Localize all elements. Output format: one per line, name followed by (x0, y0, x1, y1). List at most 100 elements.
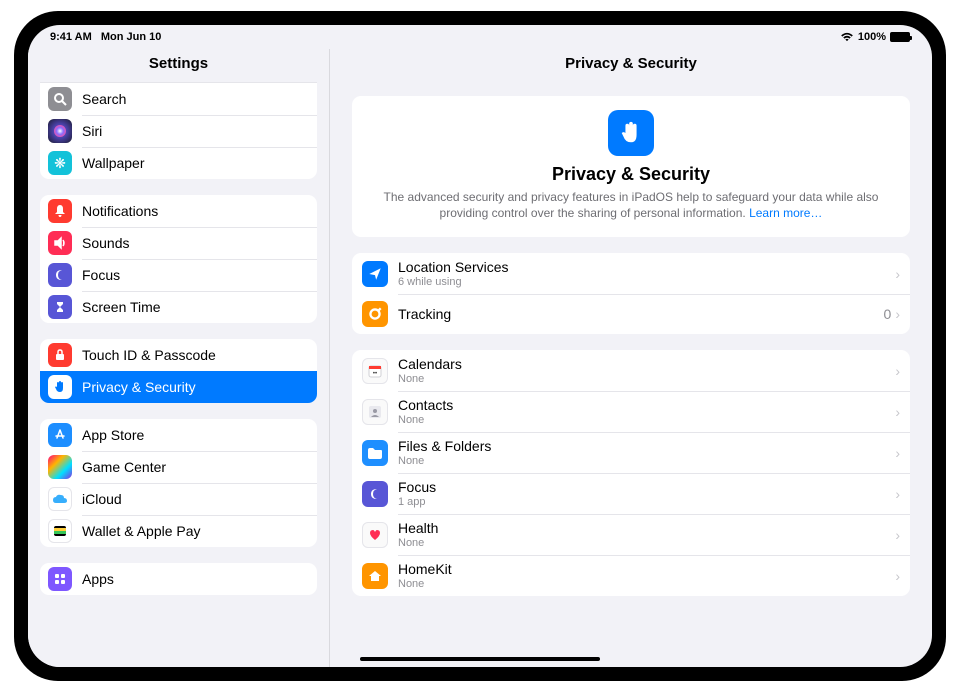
sidebar-item-search[interactable]: Search (40, 83, 317, 115)
wallpaper-icon: ❋ (48, 151, 72, 175)
sidebar-item-label: Siri (82, 123, 102, 139)
search-icon (48, 87, 72, 111)
chevron-right-icon: › (895, 363, 900, 379)
home-icon (362, 563, 388, 589)
sidebar-item-label: Screen Time (82, 299, 161, 315)
sidebar-item-screentime[interactable]: Screen Time (40, 291, 317, 323)
hand-icon (48, 375, 72, 399)
chevron-right-icon: › (895, 445, 900, 461)
calendar-icon: •• (362, 358, 388, 384)
sidebar-item-label: Search (82, 91, 126, 107)
row-contacts[interactable]: Contacts None › (352, 391, 910, 432)
sidebar-item-siri[interactable]: Siri (40, 115, 317, 147)
sidebar-item-label: Notifications (82, 203, 158, 219)
status-bar: 9:41 AM Mon Jun 10 100% (28, 25, 932, 49)
row-homekit[interactable]: HomeKit None › (352, 555, 910, 596)
chevron-right-icon: › (895, 404, 900, 420)
sidebar-item-wallpaper[interactable]: ❋ Wallpaper (40, 147, 317, 179)
siri-icon (48, 119, 72, 143)
row-label: Health (398, 520, 895, 536)
apps-icon (48, 567, 72, 591)
chevron-right-icon: › (895, 568, 900, 584)
learn-more-link[interactable]: Learn more… (749, 206, 822, 220)
chevron-right-icon: › (895, 527, 900, 543)
sidebar-item-label: Wallpaper (82, 155, 145, 171)
battery-icon (890, 32, 910, 42)
folder-icon (362, 440, 388, 466)
sidebar-item-label: App Store (82, 427, 144, 443)
row-label: Calendars (398, 356, 895, 372)
sidebar-item-label: Touch ID & Passcode (82, 347, 216, 363)
row-label: Location Services (398, 259, 895, 275)
heart-icon (362, 522, 388, 548)
sidebar-item-focus[interactable]: Focus (40, 259, 317, 291)
row-files[interactable]: Files & Folders None › (352, 432, 910, 473)
privacy-hand-icon (608, 110, 654, 156)
sidebar-item-label: iCloud (82, 491, 122, 507)
sidebar-item-apps[interactable]: Apps (40, 563, 317, 595)
page-title: Privacy & Security (330, 49, 932, 82)
row-label: Tracking (398, 306, 884, 322)
sidebar-item-label: Sounds (82, 235, 129, 251)
row-tracking[interactable]: Tracking 0 › (352, 294, 910, 334)
sidebar-item-label: Game Center (82, 459, 166, 475)
location-arrow-icon (362, 261, 388, 287)
main-panel: Privacy & Security Privacy & Security Th… (330, 49, 932, 667)
bell-icon (48, 199, 72, 223)
sidebar-title: Settings (28, 49, 329, 82)
contacts-icon (362, 399, 388, 425)
sidebar-item-privacy[interactable]: Privacy & Security (40, 371, 317, 403)
sidebar-item-gamecenter[interactable]: Game Center (40, 451, 317, 483)
row-label: Files & Folders (398, 438, 895, 454)
chevron-right-icon: › (895, 266, 900, 282)
row-subtitle: 1 app (398, 496, 895, 508)
row-value: 0 (884, 306, 892, 322)
hourglass-icon (48, 295, 72, 319)
lock-icon (48, 343, 72, 367)
cloud-icon (48, 487, 72, 511)
row-subtitle: None (398, 455, 895, 467)
sidebar-item-notifications[interactable]: Notifications (40, 195, 317, 227)
sidebar-item-label: Apps (82, 571, 114, 587)
row-subtitle: 6 while using (398, 276, 895, 288)
moon-icon (362, 481, 388, 507)
section-apps: •• Calendars None › Contacts None (352, 350, 910, 596)
hero-title: Privacy & Security (376, 164, 886, 185)
row-subtitle: None (398, 578, 895, 590)
sidebar-item-wallet[interactable]: Wallet & Apple Pay (40, 515, 317, 547)
wifi-icon (840, 32, 854, 42)
home-indicator[interactable] (360, 657, 600, 661)
sidebar-item-icloud[interactable]: iCloud (40, 483, 317, 515)
row-subtitle: None (398, 373, 895, 385)
section-location: Location Services 6 while using › Tracki… (352, 253, 910, 334)
sidebar-item-label: Focus (82, 267, 120, 283)
gamecenter-icon (48, 455, 72, 479)
row-subtitle: None (398, 537, 895, 549)
svg-text:••: •• (373, 371, 377, 377)
row-health[interactable]: Health None › (352, 514, 910, 555)
row-calendars[interactable]: •• Calendars None › (352, 350, 910, 391)
sidebar-item-touchid[interactable]: Touch ID & Passcode (40, 339, 317, 371)
sidebar-item-label: Privacy & Security (82, 379, 196, 395)
tracking-icon (362, 301, 388, 327)
row-focus[interactable]: Focus 1 app › (352, 473, 910, 514)
chevron-right-icon: › (895, 306, 900, 322)
sidebar-item-sounds[interactable]: Sounds (40, 227, 317, 259)
moon-icon (48, 263, 72, 287)
hero-description: The advanced security and privacy featur… (376, 189, 886, 221)
wallet-icon (48, 519, 72, 543)
status-date: Mon Jun 10 (101, 31, 162, 43)
appstore-icon (48, 423, 72, 447)
chevron-right-icon: › (895, 486, 900, 502)
row-label: Contacts (398, 397, 895, 413)
hero-card: Privacy & Security The advanced security… (352, 96, 910, 237)
sidebar-item-appstore[interactable]: App Store (40, 419, 317, 451)
sidebar-item-label: Wallet & Apple Pay (82, 523, 201, 539)
status-time: 9:41 AM (50, 31, 92, 43)
row-location-services[interactable]: Location Services 6 while using › (352, 253, 910, 294)
row-label: HomeKit (398, 561, 895, 577)
row-subtitle: None (398, 414, 895, 426)
status-battery-pct: 100% (858, 31, 886, 43)
speaker-icon (48, 231, 72, 255)
sidebar: Settings Search Siri ❋ Wallp (28, 49, 330, 667)
